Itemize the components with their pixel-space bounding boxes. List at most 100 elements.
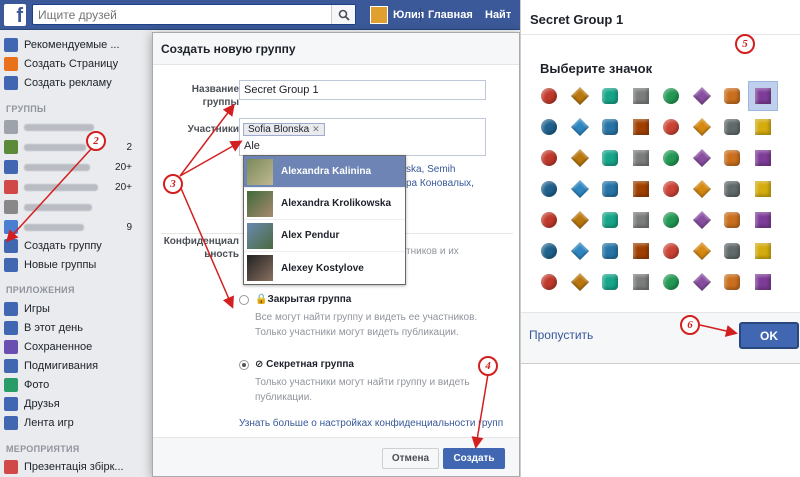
sidebar-item-group[interactable]: [4, 118, 150, 136]
sidebar-item-event[interactable]: Презентація збірк...: [4, 458, 150, 476]
graduation-cap-icon[interactable]: [748, 174, 778, 204]
palette-icon[interactable]: [687, 143, 717, 173]
sidebar-item-group[interactable]: [4, 198, 150, 216]
sidebar-item-games[interactable]: Игры: [4, 300, 150, 318]
paw-icon[interactable]: [717, 236, 747, 266]
ok-button[interactable]: OK: [739, 322, 799, 349]
search-input[interactable]: [33, 5, 323, 24]
sidebar-item-friends[interactable]: Друзья: [4, 395, 150, 413]
bird-icon[interactable]: [717, 205, 747, 235]
icon-glyph: [724, 243, 740, 259]
barn-icon[interactable]: [565, 236, 595, 266]
pie-chart-icon[interactable]: [656, 81, 686, 111]
sidebar-item-new-groups[interactable]: Новые группы: [4, 256, 150, 274]
find-friends-link[interactable]: Найт: [485, 9, 511, 21]
horse-icon[interactable]: [626, 236, 656, 266]
learn-more-link[interactable]: Узнать больше о настройках конфиденциаль…: [239, 418, 503, 429]
tennis-ball-icon[interactable]: [595, 143, 625, 173]
heart-icon[interactable]: [748, 143, 778, 173]
dice-icon[interactable]: [565, 267, 595, 297]
blurred-name: [24, 163, 90, 171]
sidebar-item-saved[interactable]: Сохраненное: [4, 338, 150, 356]
megaphone-icon[interactable]: [717, 143, 747, 173]
home-link[interactable]: Главная: [428, 9, 473, 21]
close-icon[interactable]: ✕: [312, 124, 320, 135]
star-icon[interactable]: [656, 112, 686, 142]
search-button[interactable]: [331, 5, 355, 24]
chip-icon[interactable]: [656, 143, 686, 173]
sidebar-item-label: Сохраненное: [24, 341, 93, 353]
camera-icon[interactable]: [595, 236, 625, 266]
sidebar-item-group[interactable]: 20+: [4, 178, 150, 196]
flag-icon[interactable]: [534, 267, 564, 297]
suggestion-item[interactable]: Alexandra Kalinina: [244, 156, 405, 188]
teddy-bear-icon[interactable]: [656, 236, 686, 266]
rook-icon[interactable]: [626, 174, 656, 204]
fishbowl-icon[interactable]: [717, 174, 747, 204]
facebook-logo-icon[interactable]: f: [4, 4, 26, 27]
sidebar-item-photos[interactable]: Фото: [4, 376, 150, 394]
shield-icon[interactable]: [717, 267, 747, 297]
suggestion-item[interactable]: Alexey Kostylove: [244, 252, 405, 284]
thumbs-up-icon[interactable]: [534, 236, 564, 266]
masks-icon[interactable]: [534, 205, 564, 235]
globe-icon[interactable]: [565, 174, 595, 204]
closed-radio[interactable]: [239, 295, 249, 305]
hand-rock-icon[interactable]: [626, 143, 656, 173]
people-icon[interactable]: [595, 267, 625, 297]
group-icon: [4, 120, 18, 134]
sidebar-item-create-page[interactable]: Создать Страницу: [4, 55, 150, 73]
book-icon[interactable]: [565, 112, 595, 142]
glasses-icon[interactable]: [626, 267, 656, 297]
sidebar-item-group[interactable]: 9: [4, 218, 150, 236]
create-button[interactable]: Создать: [443, 448, 505, 469]
sidebar-item-group[interactable]: 20+: [4, 158, 150, 176]
fist-icon[interactable]: [687, 174, 717, 204]
film-icon[interactable]: [534, 143, 564, 173]
flask-icon[interactable]: [534, 174, 564, 204]
gift-icon[interactable]: [748, 267, 778, 297]
cancel-button[interactable]: Отмена: [382, 448, 439, 469]
sidebar-item-games-feed[interactable]: Лента игр: [4, 414, 150, 432]
avatar[interactable]: [370, 6, 388, 24]
basketball-icon[interactable]: [717, 112, 747, 142]
wine-glass-icon[interactable]: [656, 267, 686, 297]
tree-icon[interactable]: [687, 236, 717, 266]
sidebar-item-group[interactable]: 2: [4, 138, 150, 156]
ambulance-icon[interactable]: [748, 236, 778, 266]
sidebar-item-create-group[interactable]: Создать группу: [4, 237, 150, 255]
music-notes-icon[interactable]: [687, 267, 717, 297]
football-icon[interactable]: [595, 205, 625, 235]
soccer-ball-icon[interactable]: [656, 205, 686, 235]
gamepad-icon[interactable]: [595, 174, 625, 204]
sidebar-item-create-ad[interactable]: Создать рекламу: [4, 74, 150, 92]
guitar-icon[interactable]: [687, 81, 717, 111]
hockey-puck-icon[interactable]: [534, 81, 564, 111]
frame-icon[interactable]: [595, 112, 625, 142]
suggestion-item[interactable]: Alex Pendur: [244, 220, 405, 252]
skip-link[interactable]: Пропустить: [529, 328, 593, 342]
sunflower-icon[interactable]: [626, 205, 656, 235]
trophy-icon[interactable]: [565, 205, 595, 235]
bookshelf-icon[interactable]: [747, 81, 778, 111]
mountains-icon[interactable]: [748, 205, 778, 235]
bone-icon[interactable]: [748, 112, 778, 142]
skull-icon[interactable]: [687, 205, 717, 235]
members-input[interactable]: Sofia Blonska ✕ Ale: [239, 118, 486, 156]
sidebar-item-on-this-day[interactable]: В этот день: [4, 319, 150, 337]
mug-icon[interactable]: [595, 81, 625, 111]
suggestion-item[interactable]: Alexandra Krolikowska: [244, 188, 405, 220]
group-name-input[interactable]: [239, 80, 486, 100]
map-pin-icon[interactable]: [626, 112, 656, 142]
baseball-icon[interactable]: [565, 143, 595, 173]
calculator-icon[interactable]: [717, 81, 747, 111]
secret-radio[interactable]: [239, 360, 249, 370]
house-icon[interactable]: [565, 81, 595, 111]
icon-glyph: [570, 86, 589, 106]
gold-coin-icon[interactable]: [687, 112, 717, 142]
cup-icon[interactable]: [656, 174, 686, 204]
gavel-icon[interactable]: [626, 81, 656, 111]
planet-icon[interactable]: [534, 112, 564, 142]
sidebar-item-pokes[interactable]: Подмигивания: [4, 357, 150, 375]
sidebar-item-recommended[interactable]: Рекомендуемые ...: [4, 36, 150, 54]
